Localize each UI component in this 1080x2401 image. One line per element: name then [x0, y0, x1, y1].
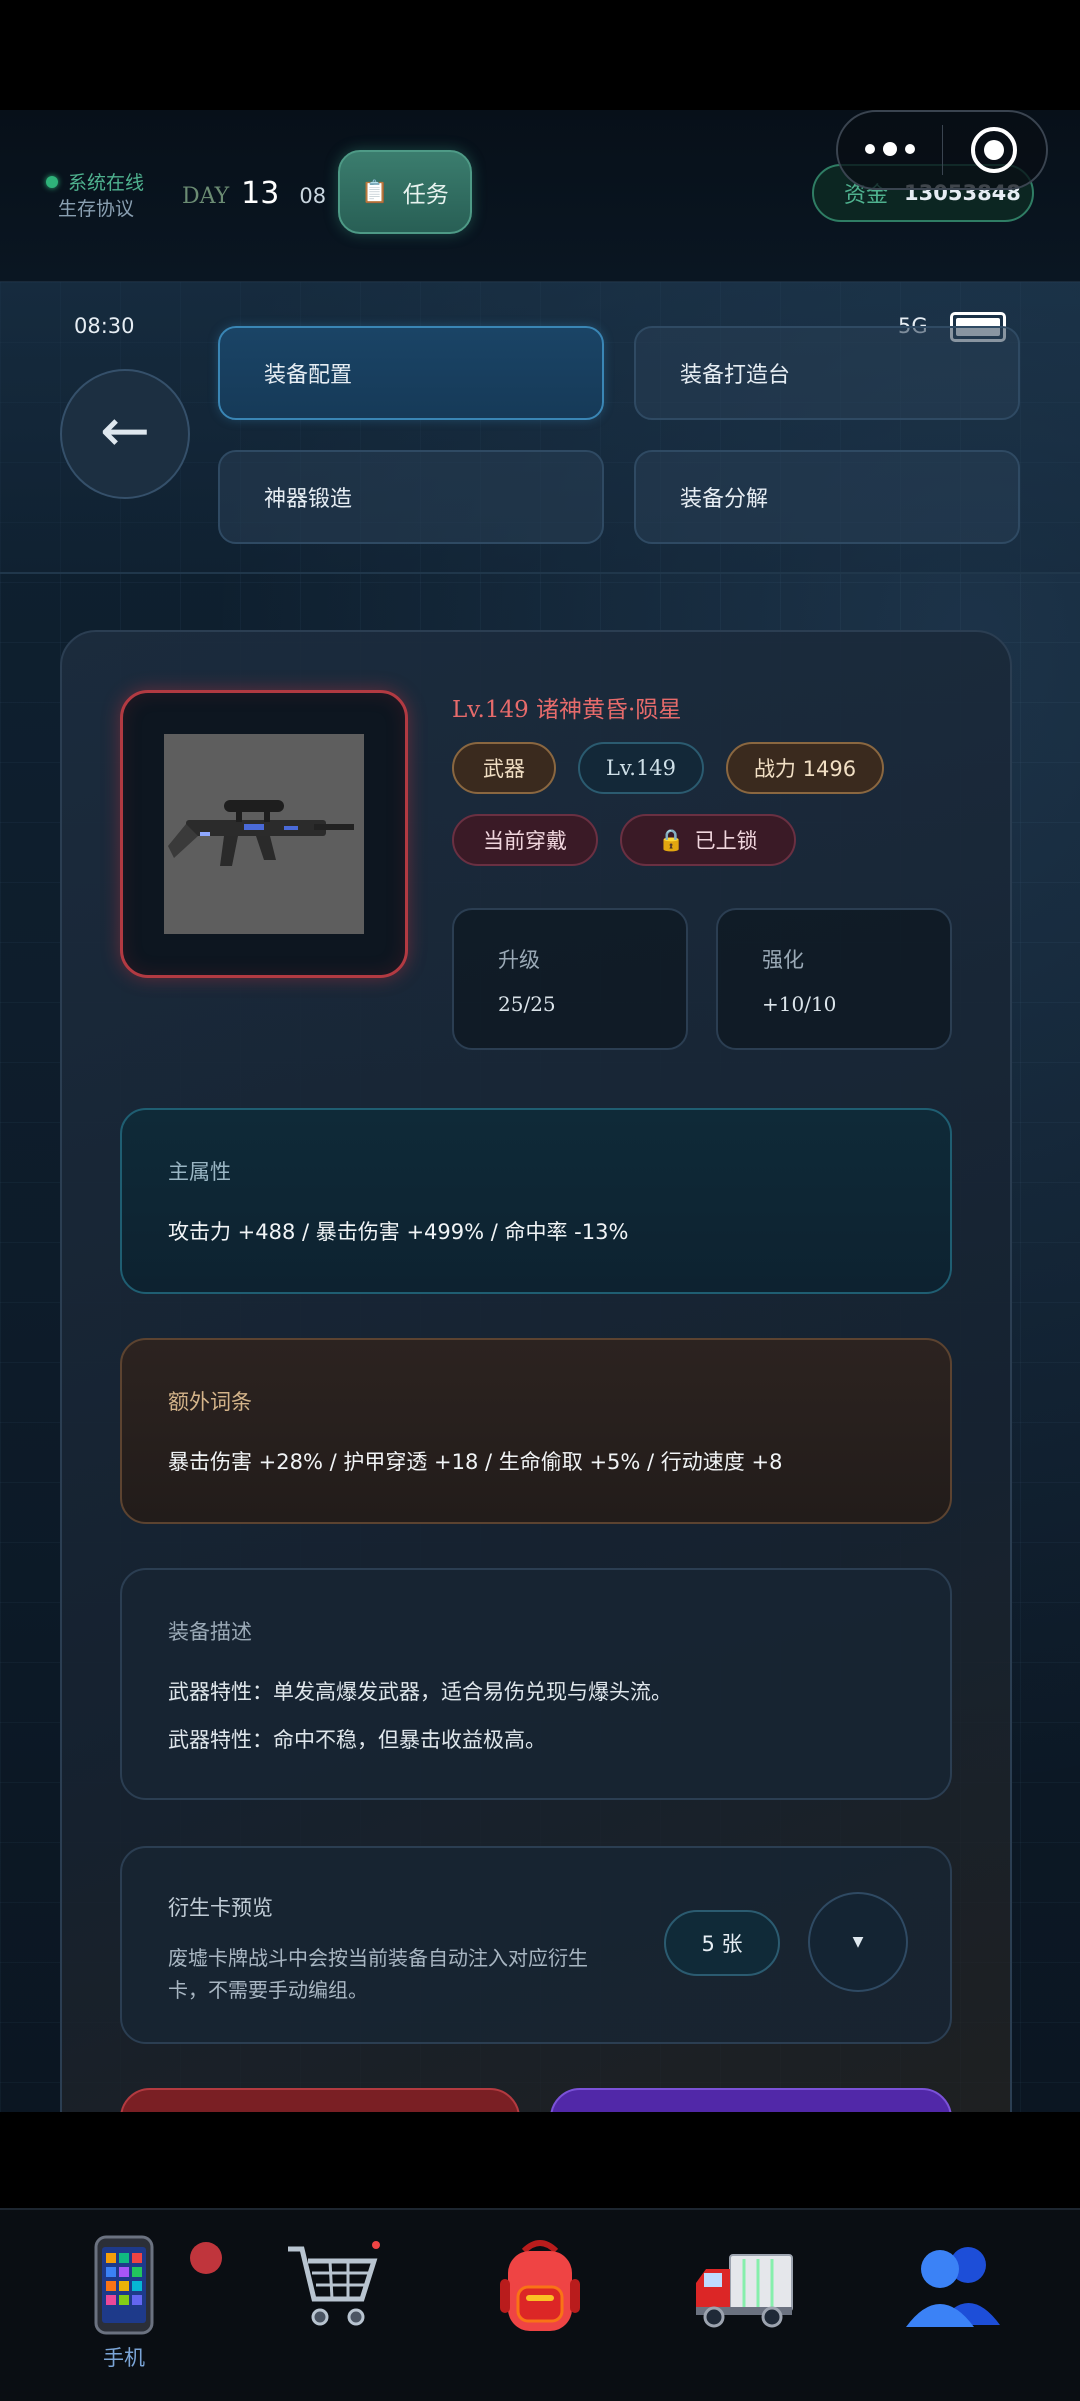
upgrade-stat: 升级 25/25 [452, 908, 688, 1050]
close-miniprogram-icon[interactable] [943, 127, 1047, 173]
day-label: DAY [182, 184, 230, 209]
delivery-truck-icon [689, 2230, 799, 2340]
description-section: 装备描述 武器特性：单发高爆发武器，适合易伤兑现与爆头流。 武器特性：命中不稳，… [120, 1568, 952, 1800]
action-button-purple[interactable] [550, 2088, 952, 2112]
tag-equipped: 当前穿戴 [452, 814, 598, 866]
derived-cards-desc: 卡，不需要手动编组。 [168, 1978, 368, 2002]
description-title: 装备描述 [168, 1620, 252, 1644]
tab-phone-label: 手机 [103, 2346, 145, 2370]
clipboard-icon: 📋 [361, 179, 389, 205]
miniprogram-capsule [836, 110, 1048, 190]
tab-shop[interactable] [252, 2230, 412, 2390]
day-counter: DAY 13 08 [182, 176, 326, 211]
system-status-text: 系统在线 [68, 172, 145, 194]
mobile-phone-icon [69, 2230, 179, 2340]
enhance-value: +10/10 [762, 992, 837, 1016]
protocol-text: 生存协议 [58, 198, 135, 220]
phone-app-screen: 08:30 5G ← 装备配置 装备打造台 神器锻造 装备分解 [0, 282, 1080, 2112]
tag-weapon-type: 武器 [452, 742, 556, 794]
tab-team[interactable] [874, 2230, 1034, 2390]
task-button-label: 任务 [402, 182, 449, 208]
main-attributes-section: 主属性 攻击力 +488 / 暴击伤害 +499% / 命中率 -13% [120, 1108, 952, 1294]
description-line: 武器特性：命中不稳，但暴击收益极高。 [168, 1728, 546, 1752]
task-button[interactable]: 📋 任务 [338, 150, 472, 234]
online-dot-icon [46, 175, 58, 188]
lock-label: 已上锁 [694, 829, 758, 853]
day-number: 13 [241, 176, 280, 211]
tab-transport[interactable] [664, 2230, 824, 2390]
tab-backpack[interactable] [460, 2230, 620, 2390]
main-attributes-body: 攻击力 +488 / 暴击伤害 +499% / 命中率 -13% [168, 1220, 629, 1244]
upgrade-label: 升级 [498, 948, 540, 972]
chevron-down-icon: ▼ [852, 1934, 864, 1950]
weapon-portrait-frame[interactable] [120, 690, 408, 978]
game-header: 系统在线 生存协议 DAY 13 08 📋 任务 资金 13053848 [0, 110, 1080, 282]
expand-button[interactable]: ▼ [808, 1892, 908, 1992]
enhance-label: 强化 [762, 948, 804, 972]
description-line: 武器特性：单发高爆发武器，适合易伤兑现与爆头流。 [168, 1680, 672, 1704]
system-status-bar [0, 0, 1080, 110]
shopping-cart-icon [277, 2230, 387, 2340]
people-icon [899, 2230, 1009, 2340]
enhance-stat: 强化 +10/10 [716, 908, 952, 1050]
nav-artifact-forge[interactable]: 神器锻造 [218, 450, 604, 544]
sniper-rifle-icon [164, 734, 364, 934]
equipment-nav-area: 08:30 5G ← 装备配置 装备打造台 神器锻造 装备分解 [0, 282, 1080, 574]
notification-badge [190, 2242, 222, 2274]
nav-equipment-config[interactable]: 装备配置 [218, 326, 604, 420]
tag-power: 战力 1496 [726, 742, 884, 794]
extra-affixes-body: 暴击伤害 +28% / 护甲穿透 +18 / 生命偷取 +5% / 行动速度 +… [168, 1450, 783, 1474]
derived-cards-title: 衍生卡预览 [168, 1896, 273, 1920]
upgrade-value: 25/25 [498, 992, 556, 1016]
hour-value: 08 [299, 184, 327, 208]
derived-card-count: 5 张 [664, 1910, 780, 1976]
system-online-indicator: 系统在线 [46, 168, 144, 195]
tab-phone[interactable]: 手机 [44, 2230, 222, 2390]
derived-cards-section: 衍生卡预览 废墟卡牌战斗中会按当前装备自动注入对应衍生 卡，不需要手动编组。 5… [120, 1846, 952, 2044]
back-button[interactable]: ← [60, 369, 190, 499]
backpack-icon [485, 2230, 595, 2340]
item-title: Lv.149 诸神黄昏·陨星 [452, 697, 682, 723]
phone-time: 08:30 [74, 314, 135, 338]
extra-affixes-section: 额外词条 暴击伤害 +28% / 护甲穿透 +18 / 生命偷取 +5% / 行… [120, 1338, 952, 1524]
arrow-left-icon: ← [99, 396, 151, 466]
main-attributes-title: 主属性 [168, 1160, 231, 1184]
extra-affixes-title: 额外词条 [168, 1390, 252, 1414]
black-spacer [0, 2112, 1080, 2208]
nav-equipment-forge[interactable]: 装备打造台 [634, 326, 1020, 420]
lock-toggle[interactable]: 🔒 已上锁 [620, 814, 796, 866]
tag-level: Lv.149 [578, 742, 704, 794]
bottom-tab-bar: 手机 [0, 2208, 1080, 2401]
derived-cards-desc: 废墟卡牌战斗中会按当前装备自动注入对应衍生 [168, 1946, 588, 1970]
action-button-red[interactable] [120, 2088, 520, 2112]
more-menu-icon[interactable] [838, 142, 942, 156]
nav-equipment-dismantle[interactable]: 装备分解 [634, 450, 1020, 544]
lock-icon: 🔒 [658, 827, 685, 852]
